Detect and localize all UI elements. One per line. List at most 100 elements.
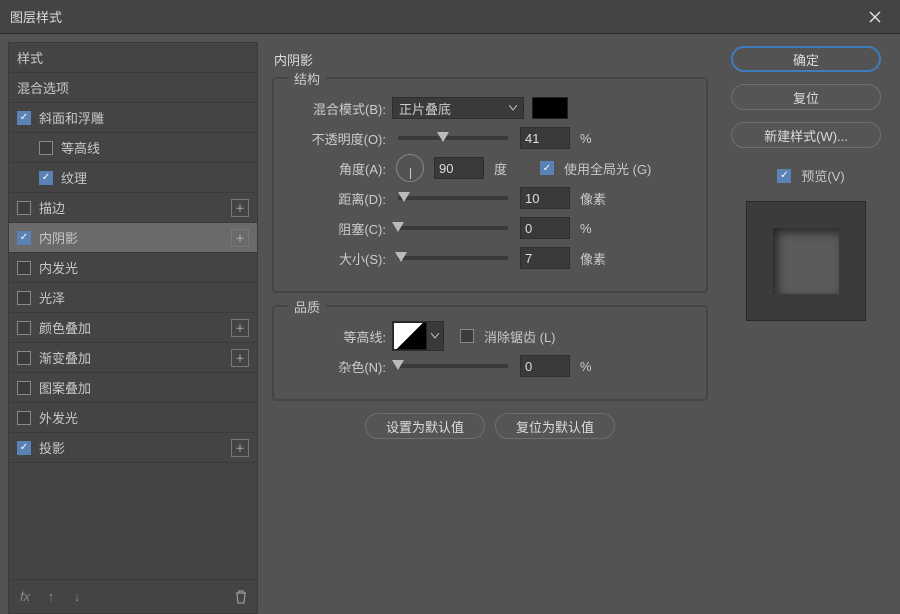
noise-field[interactable]: 0	[520, 355, 570, 377]
blending-options-row[interactable]: 混合选项	[9, 73, 257, 103]
angle-dial[interactable]	[396, 154, 424, 182]
angle-label: 角度(A):	[290, 159, 386, 178]
choke-slider[interactable]	[398, 226, 508, 230]
opacity-label: 不透明度(O):	[290, 129, 386, 148]
reset-default-button[interactable]: 复位为默认值	[495, 413, 615, 439]
contour-picker[interactable]	[392, 321, 444, 351]
preview-check[interactable]: ✓	[777, 169, 791, 183]
size-field[interactable]: 7	[520, 247, 570, 269]
panel-title: 内阴影	[274, 50, 708, 69]
ok-button[interactable]: 确定	[731, 46, 881, 72]
outer-glow-check[interactable]	[17, 411, 31, 425]
blend-mode-select[interactable]: 正片叠底	[392, 97, 524, 119]
texture-row[interactable]: ✓纹理	[9, 163, 257, 193]
gradient-overlay-add-icon[interactable]: ＋	[231, 349, 249, 367]
bevel-row[interactable]: ✓斜面和浮雕	[9, 103, 257, 133]
angle-unit: 度	[494, 159, 524, 178]
pattern-overlay-row[interactable]: 图案叠加	[9, 373, 257, 403]
style-list: 样式 混合选项 ✓斜面和浮雕 等高线 ✓纹理 描边＋ ✓内阴影＋ 内发光 光泽 …	[8, 42, 258, 614]
size-label: 大小(S):	[290, 249, 386, 268]
opacity-field[interactable]: 41	[520, 127, 570, 149]
color-overlay-add-icon[interactable]: ＋	[231, 319, 249, 337]
title-bar: 图层样式	[0, 0, 900, 34]
distance-label: 距离(D):	[290, 189, 386, 208]
stroke-add-icon[interactable]: ＋	[231, 199, 249, 217]
inner-glow-row[interactable]: 内发光	[9, 253, 257, 283]
angle-field[interactable]: 90	[434, 157, 484, 179]
drop-shadow-add-icon[interactable]: ＋	[231, 439, 249, 457]
drop-shadow-row[interactable]: ✓投影＋	[9, 433, 257, 463]
blend-mode-row: 混合模式(B): 正片叠底	[290, 93, 690, 123]
angle-row: 角度(A): 90 度 ✓ 使用全局光 (G)	[290, 153, 690, 183]
outer-glow-row[interactable]: 外发光	[9, 403, 257, 433]
fx-icon[interactable]: fx	[17, 589, 33, 604]
preview-label: 预览(V)	[801, 166, 844, 185]
close-button[interactable]	[860, 2, 890, 32]
make-default-button[interactable]: 设置为默认值	[365, 413, 485, 439]
noise-row: 杂色(N): 0 %	[290, 351, 690, 381]
distance-unit: 像素	[580, 189, 610, 208]
contour-check[interactable]	[39, 141, 53, 155]
new-style-button[interactable]: 新建样式(W)...	[731, 122, 881, 148]
trash-icon[interactable]	[233, 590, 249, 604]
close-icon	[869, 11, 881, 23]
quality-legend: 品质	[288, 297, 326, 316]
opacity-slider[interactable]	[398, 136, 508, 140]
inner-glow-check[interactable]	[17, 261, 31, 275]
satin-row[interactable]: 光泽	[9, 283, 257, 313]
structure-legend: 结构	[288, 69, 326, 88]
contour-row[interactable]: 等高线	[9, 133, 257, 163]
stroke-row[interactable]: 描边＋	[9, 193, 257, 223]
style-list-header[interactable]: 样式	[9, 43, 257, 73]
inner-shadow-add-icon[interactable]: ＋	[231, 229, 249, 247]
chevron-down-icon	[509, 105, 517, 111]
size-unit: 像素	[580, 249, 610, 268]
cancel-button[interactable]: 复位	[731, 84, 881, 110]
move-up-icon[interactable]: ↑	[43, 589, 59, 604]
chevron-down-icon	[431, 333, 439, 339]
blend-mode-label: 混合模式(B):	[290, 99, 386, 118]
noise-unit: %	[580, 359, 610, 374]
satin-check[interactable]	[17, 291, 31, 305]
choke-unit: %	[580, 221, 610, 236]
global-light-label: 使用全局光 (G)	[564, 159, 651, 178]
shadow-color-swatch[interactable]	[532, 97, 568, 119]
global-light-check[interactable]: ✓	[540, 161, 554, 175]
drop-shadow-check[interactable]: ✓	[17, 441, 31, 455]
inner-shadow-row[interactable]: ✓内阴影＋	[9, 223, 257, 253]
color-overlay-check[interactable]	[17, 321, 31, 335]
quality-fieldset: 品质 等高线: 消除锯齿 (L) 杂色(N): 0 %	[272, 305, 708, 401]
action-panel: 确定 复位 新建样式(W)... ✓ 预览(V)	[722, 42, 892, 614]
preview-toggle-row: ✓ 预览(V)	[767, 166, 844, 185]
contour-control-row: 等高线: 消除锯齿 (L)	[290, 321, 690, 351]
gradient-overlay-row[interactable]: 渐变叠加＋	[9, 343, 257, 373]
pattern-overlay-check[interactable]	[17, 381, 31, 395]
antialias-check[interactable]	[460, 329, 474, 343]
size-row: 大小(S): 7 像素	[290, 243, 690, 273]
noise-slider[interactable]	[398, 364, 508, 368]
contour-dropdown[interactable]	[427, 322, 443, 350]
preview-swatch	[773, 228, 839, 294]
choke-field[interactable]: 0	[520, 217, 570, 239]
bevel-check[interactable]: ✓	[17, 111, 31, 125]
texture-check[interactable]: ✓	[39, 171, 53, 185]
noise-label: 杂色(N):	[290, 357, 386, 376]
opacity-row: 不透明度(O): 41 %	[290, 123, 690, 153]
distance-slider[interactable]	[398, 196, 508, 200]
default-buttons: 设置为默认值 复位为默认值	[272, 413, 708, 439]
style-list-footer: fx ↑ ↓	[9, 579, 257, 613]
choke-row: 阻塞(C): 0 %	[290, 213, 690, 243]
distance-row: 距离(D): 10 像素	[290, 183, 690, 213]
inner-shadow-check[interactable]: ✓	[17, 231, 31, 245]
preview-box	[746, 201, 866, 321]
move-down-icon[interactable]: ↓	[69, 589, 85, 604]
contour-control-label: 等高线:	[290, 327, 386, 346]
stroke-check[interactable]	[17, 201, 31, 215]
size-slider[interactable]	[398, 256, 508, 260]
color-overlay-row[interactable]: 颜色叠加＋	[9, 313, 257, 343]
gradient-overlay-check[interactable]	[17, 351, 31, 365]
dialog-body: 样式 混合选项 ✓斜面和浮雕 等高线 ✓纹理 描边＋ ✓内阴影＋ 内发光 光泽 …	[0, 34, 900, 614]
distance-field[interactable]: 10	[520, 187, 570, 209]
contour-swatch	[393, 322, 427, 350]
blend-mode-value: 正片叠底	[399, 99, 451, 118]
